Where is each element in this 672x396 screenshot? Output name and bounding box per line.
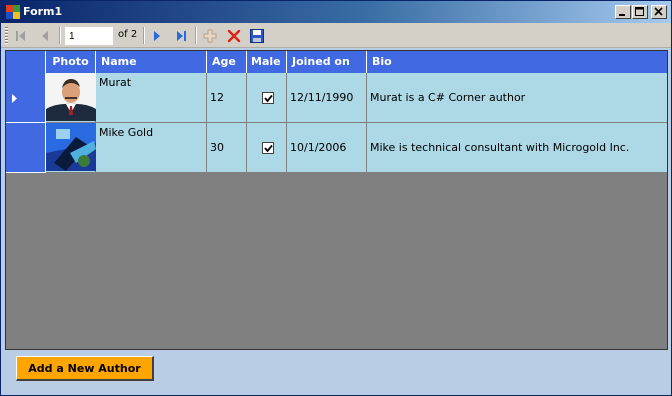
position-input[interactable] [65, 27, 113, 45]
photo-cell[interactable] [46, 73, 96, 123]
main-window: Form1 of 2 [0, 0, 672, 396]
move-first-icon [16, 31, 25, 41]
author-photo [46, 73, 96, 121]
add-new-button[interactable] [200, 26, 220, 46]
male-checkbox[interactable] [262, 141, 274, 154]
delete-icon [227, 29, 241, 43]
record-count-label: of 2 [118, 29, 138, 40]
title-bar[interactable]: Form1 [1, 1, 671, 23]
binding-navigator: of 2 [1, 23, 671, 48]
toolbar-grip[interactable] [5, 27, 8, 44]
male-checkbox[interactable] [262, 91, 274, 104]
age-cell[interactable]: 12 [207, 73, 247, 123]
joined-cell[interactable]: 10/1/2006 [287, 123, 367, 173]
authors-grid[interactable]: Photo Name Age Male Joined on Bio Murat … [5, 50, 668, 350]
delete-button[interactable] [224, 26, 244, 46]
male-cell[interactable] [247, 73, 287, 123]
column-header-bio[interactable]: Bio [367, 51, 667, 73]
row-header[interactable] [6, 73, 46, 123]
bio-cell[interactable]: Murat is a C# Corner author [367, 73, 667, 123]
toolbar-separator [59, 27, 61, 44]
move-last-button[interactable] [171, 26, 191, 46]
maximize-button[interactable] [632, 5, 648, 19]
name-cell[interactable]: Murat [96, 73, 207, 123]
row-header[interactable] [6, 123, 46, 173]
column-header-male[interactable]: Male [247, 51, 287, 73]
move-next-button[interactable] [147, 26, 167, 46]
move-next-icon [154, 31, 160, 41]
move-last-icon [177, 31, 186, 41]
current-row-arrow-icon [12, 94, 17, 103]
author-photo [46, 123, 96, 171]
minimize-button[interactable] [615, 5, 631, 19]
move-previous-button[interactable] [35, 26, 55, 46]
name-cell[interactable]: Mike Gold [96, 123, 207, 173]
column-header-name[interactable]: Name [96, 51, 207, 73]
app-icon [6, 5, 20, 19]
grid-corner-header[interactable] [6, 51, 46, 73]
joined-cell[interactable]: 12/11/1990 [287, 73, 367, 123]
photo-cell[interactable] [46, 123, 96, 173]
close-icon [654, 7, 663, 16]
column-header-age[interactable]: Age [207, 51, 247, 73]
bio-cell[interactable]: Mike is technical consultant with Microg… [367, 123, 667, 173]
column-header-photo[interactable]: Photo [46, 51, 96, 73]
male-cell[interactable] [247, 123, 287, 173]
toolbar-separator [143, 27, 145, 44]
minimize-icon [619, 14, 625, 16]
age-cell[interactable]: 30 [207, 123, 247, 173]
move-first-button[interactable] [11, 26, 31, 46]
column-header-joined[interactable]: Joined on [287, 51, 367, 73]
toolbar-separator [195, 27, 197, 44]
check-icon [264, 94, 273, 102]
add-icon [203, 29, 217, 43]
move-previous-icon [42, 31, 48, 41]
window-title: Form1 [23, 5, 63, 18]
check-icon [264, 144, 273, 152]
save-icon [250, 29, 264, 43]
save-button[interactable] [247, 26, 267, 46]
add-new-author-button[interactable]: Add a New Author [16, 356, 154, 381]
close-button[interactable] [651, 5, 667, 19]
maximize-icon [635, 7, 644, 16]
